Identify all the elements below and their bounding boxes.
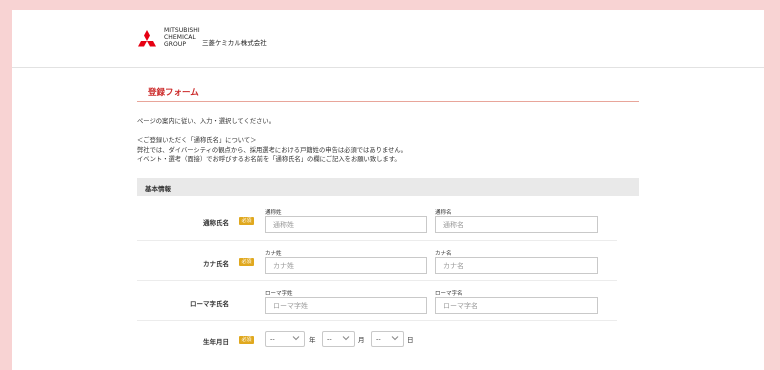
roman-name-row: ローマ字氏名 ローマ字姓 ローマ字姓 ローマ字名 ローマ字名	[137, 280, 617, 321]
common-last-name-label: 通称姓	[265, 210, 282, 216]
intro-text: ページの案内に従い、入力・選択してください。	[137, 118, 276, 125]
notice-line: イベント・選考（面接）でお呼びするお名前を「通称氏名」の欄にご記入をお願い致しま…	[137, 156, 401, 163]
birthdate-row: 生年月日 必須 -- 年 -- 月 -- 日	[137, 320, 617, 360]
mitsubishi-diamonds-icon	[138, 30, 156, 47]
group-logo-text: MITSUBISHI CHEMICAL GROUP	[164, 27, 200, 48]
section-header-basic-info: 基本情報	[137, 178, 639, 196]
common-last-name-input[interactable]: 通称姓	[265, 216, 427, 233]
common-name-label: 通称氏名	[203, 219, 229, 227]
company-name: 三菱ケミカル株式会社	[202, 39, 267, 47]
site-header: MITSUBISHI CHEMICAL GROUP 三菱ケミカル株式会社	[12, 10, 764, 68]
birth-month-select[interactable]: --	[322, 331, 355, 347]
name-notice: ＜ご登録いただく「通称氏名」について＞ 弊社では、ダイバーシティの観点から、採用…	[137, 136, 407, 165]
common-name-row: 通称氏名 必須 通称姓 通称姓 通称名 通称名	[137, 196, 617, 241]
section-title: 基本情報	[145, 185, 171, 193]
notice-line: ＜ご登録いただく「通称氏名」について＞	[137, 137, 257, 144]
roman-last-name-label: ローマ字姓	[265, 291, 293, 297]
required-badge: 必須	[239, 217, 254, 225]
kana-name-label: カナ氏名	[203, 260, 229, 268]
common-first-name-input[interactable]: 通称名	[435, 216, 598, 233]
kana-last-name-label: カナ姓	[265, 251, 282, 257]
kana-name-row: カナ氏名 必須 カナ姓 カナ姓 カナ名 カナ名	[137, 240, 617, 281]
chevron-down-icon	[292, 336, 300, 341]
required-badge: 必須	[239, 336, 254, 344]
common-first-name-label: 通称名	[435, 210, 452, 216]
title-divider	[137, 101, 639, 102]
required-badge: 必須	[239, 258, 254, 266]
roman-last-name-input[interactable]: ローマ字姓	[265, 297, 427, 314]
kana-last-name-input[interactable]: カナ姓	[265, 257, 427, 274]
form-title: 登録フォーム	[148, 88, 199, 98]
chevron-down-icon	[391, 336, 399, 341]
roman-name-label: ローマ字氏名	[190, 300, 229, 308]
year-unit: 年	[309, 336, 316, 344]
chevron-down-icon	[342, 336, 350, 341]
birthdate-label: 生年月日	[203, 338, 229, 346]
birth-year-select[interactable]: --	[265, 331, 305, 347]
roman-first-name-input[interactable]: ローマ字名	[435, 297, 598, 314]
page: MITSUBISHI CHEMICAL GROUP 三菱ケミカル株式会社 登録フ…	[12, 10, 764, 370]
notice-line: 弊社では、ダイバーシティの観点から、採用選考における戸籍姓の申告は必須ではありま…	[137, 146, 407, 154]
day-unit: 日	[407, 336, 414, 344]
roman-first-name-label: ローマ字名	[435, 291, 463, 297]
kana-first-name-input[interactable]: カナ名	[435, 257, 598, 274]
birth-day-select[interactable]: --	[371, 331, 404, 347]
kana-first-name-label: カナ名	[435, 251, 452, 257]
month-unit: 月	[358, 336, 365, 344]
